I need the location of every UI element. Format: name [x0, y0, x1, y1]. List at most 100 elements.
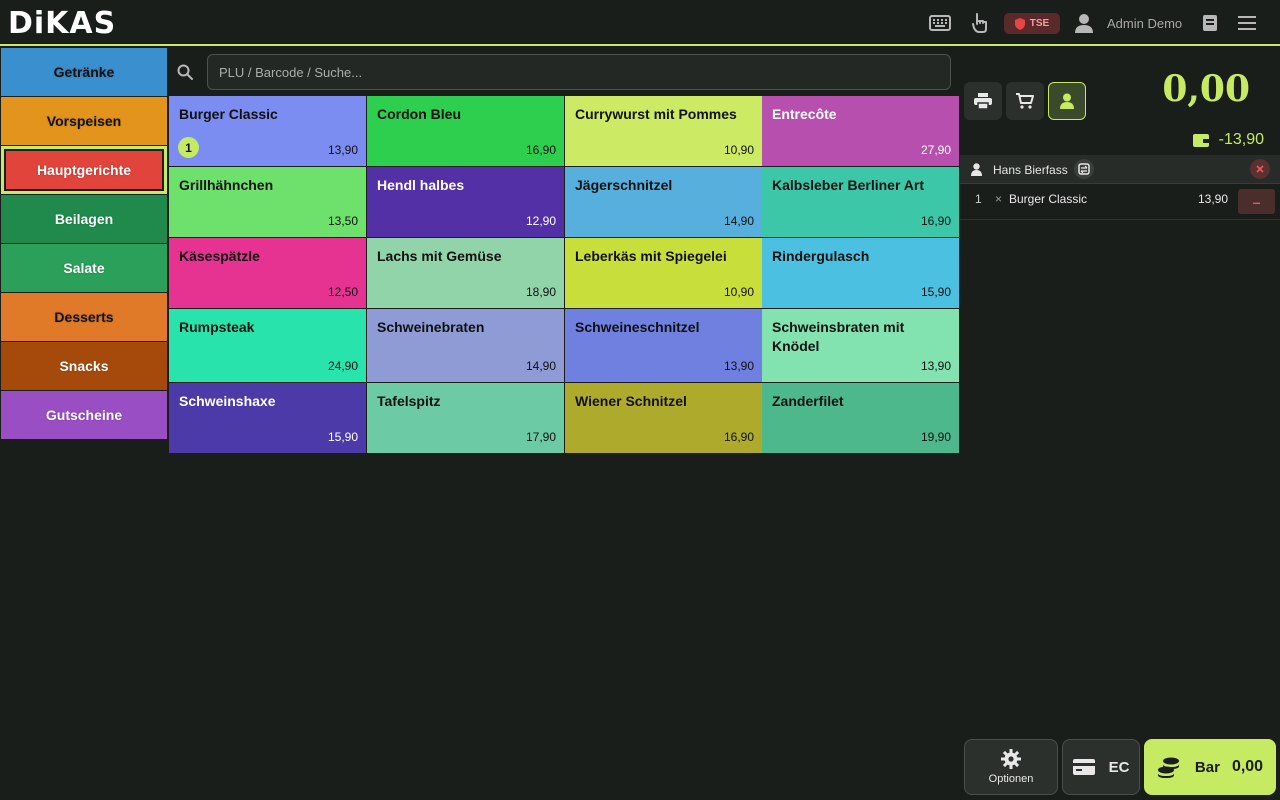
category-button[interactable]: Beilagen — [1, 195, 167, 243]
product-tile[interactable]: Jägerschnitzel 14,90 — [565, 167, 762, 237]
product-tile[interactable]: Kalbsleber Berliner Art 16,90 — [762, 167, 959, 237]
product-name: Cordon Bleu — [377, 106, 461, 122]
product-name: Rumpsteak — [179, 319, 255, 335]
product-tile[interactable]: Käsespätzle 12,50 — [169, 238, 366, 308]
person-icon — [1060, 93, 1074, 109]
product-name: Kalbsleber Berliner Art — [772, 177, 924, 193]
product-price: 10,90 — [723, 143, 754, 157]
product-tile[interactable]: Grillhähnchen 13,50 — [169, 167, 366, 237]
swap-customer-button[interactable] — [1074, 159, 1094, 179]
product-price: 13,50 — [327, 214, 358, 228]
keyboard-icon[interactable] — [928, 12, 952, 34]
product-tile[interactable]: Schweineschnitzel 13,90 — [565, 309, 762, 382]
category-button[interactable]: Hauptgerichte — [1, 146, 167, 194]
product-tile[interactable]: Currywurst mit Pommes 10,90 — [565, 96, 762, 166]
customer-name: Hans Bierfass — [993, 163, 1068, 177]
order-total: 0,00 — [1162, 68, 1250, 110]
product-name: Käsespätzle — [179, 248, 260, 264]
cash-amount: 0,00 — [1231, 758, 1264, 775]
category-label: Vorspeisen — [46, 113, 122, 129]
shield-icon — [1014, 17, 1025, 30]
product-tile[interactable]: Wiener Schnitzel 16,90 — [565, 383, 762, 453]
tse-status-badge[interactable]: TSE — [1004, 13, 1060, 34]
product-name: Currywurst mit Pommes — [575, 106, 737, 122]
product-name: Leberkäs mit Spiegelei — [575, 248, 727, 264]
remove-customer-button[interactable] — [1250, 159, 1270, 179]
options-label: Optionen — [988, 773, 1034, 785]
category-label: Getränke — [53, 64, 115, 80]
hamburger-menu-icon[interactable] — [1235, 12, 1259, 34]
book-icon[interactable] — [1198, 12, 1222, 34]
search-input[interactable] — [207, 54, 951, 90]
category-label: Salate — [63, 260, 105, 276]
product-tile[interactable]: Schweinebraten 14,90 — [367, 309, 564, 382]
product-name: Schweineschnitzel — [575, 319, 700, 335]
product-price: 27,90 — [920, 143, 951, 157]
product-tile[interactable]: Schweinsbraten mit Knödel 13,90 — [762, 309, 959, 382]
product-tile[interactable]: Burger Classic 13,90 1 — [169, 96, 366, 166]
product-tile[interactable]: Cordon Bleu 16,90 — [367, 96, 564, 166]
print-button[interactable] — [964, 82, 1002, 120]
product-name: Wiener Schnitzel — [575, 393, 687, 409]
product-qty-badge: 1 — [178, 137, 199, 158]
product-price: 12,90 — [525, 214, 556, 228]
close-icon — [1256, 165, 1264, 173]
product-price: 12,50 — [327, 285, 358, 299]
gear-icon — [1001, 749, 1021, 769]
product-tile[interactable]: Schweinshaxe 15,90 — [169, 383, 366, 453]
product-price: 16,90 — [920, 214, 951, 228]
tse-label: TSE — [1029, 18, 1050, 29]
top-bar: DiKAS TSE Admin Demo — [0, 0, 1280, 46]
product-tile[interactable]: Hendl halbes 12,90 — [367, 167, 564, 237]
order-line-item[interactable]: 1 × Burger Classic 13,90 – — [960, 186, 1280, 220]
customer-bar: Hans Bierfass — [960, 155, 1280, 184]
product-price: 24,90 — [327, 359, 358, 373]
printer-icon — [974, 93, 992, 109]
user-icon[interactable] — [1072, 12, 1096, 34]
product-price: 13,90 — [327, 143, 358, 157]
cart-button[interactable] — [1006, 82, 1044, 120]
product-tile[interactable]: Entrecôte 27,90 — [762, 96, 959, 166]
product-price: 13,90 — [723, 359, 754, 373]
product-name: Grillhähnchen — [179, 177, 274, 193]
category-button[interactable]: Getränke — [1, 48, 167, 96]
line-qty: 1 — [975, 192, 982, 206]
category-button[interactable]: Vorspeisen — [1, 97, 167, 145]
product-tile[interactable]: Leberkäs mit Spiegelei 10,90 — [565, 238, 762, 308]
wallet-icon — [1192, 133, 1209, 147]
product-tile[interactable]: Zanderfilet 19,90 — [762, 383, 959, 453]
category-button[interactable]: Salate — [1, 244, 167, 292]
category-button[interactable]: Snacks — [1, 342, 167, 390]
line-name: Burger Classic — [1009, 192, 1088, 206]
product-name: Lachs mit Gemüse — [377, 248, 502, 264]
product-price: 18,90 — [525, 285, 556, 299]
product-name: Hendl halbes — [377, 177, 465, 193]
category-label: Snacks — [59, 358, 109, 374]
product-name: Jägerschnitzel — [575, 177, 673, 193]
product-tile[interactable]: Rindergulasch 15,90 — [762, 238, 959, 308]
product-tile[interactable]: Lachs mit Gemüse 18,90 — [367, 238, 564, 308]
product-name: Entrecôte — [772, 106, 837, 122]
category-button[interactable]: Desserts — [1, 293, 167, 341]
swap-icon — [1078, 163, 1090, 175]
hand-pointer-icon[interactable] — [968, 12, 992, 34]
person-icon — [971, 163, 982, 176]
cash-payment-button[interactable]: Bar 0,00 — [1144, 739, 1276, 795]
product-name: Schweinshaxe — [179, 393, 276, 409]
app-logo: DiKAS — [8, 5, 117, 41]
search-icon — [177, 64, 195, 82]
options-button[interactable]: Optionen — [964, 739, 1058, 795]
product-tile[interactable]: Rumpsteak 24,90 — [169, 309, 366, 382]
product-tile[interactable]: Tafelspitz 17,90 — [367, 383, 564, 453]
ec-payment-button[interactable]: EC — [1062, 739, 1140, 795]
user-name[interactable]: Admin Demo — [1107, 16, 1182, 31]
decrease-qty-button[interactable]: – — [1238, 189, 1275, 214]
product-name: Burger Classic — [179, 106, 278, 122]
cart-icon — [1016, 93, 1034, 109]
line-times: × — [995, 192, 1003, 206]
category-button[interactable]: Gutscheine — [1, 391, 167, 439]
category-label: Desserts — [54, 309, 114, 325]
product-name: Tafelspitz — [377, 393, 441, 409]
customer-button[interactable] — [1048, 82, 1086, 120]
product-name: Schweinsbraten mit Knödel — [772, 319, 905, 354]
